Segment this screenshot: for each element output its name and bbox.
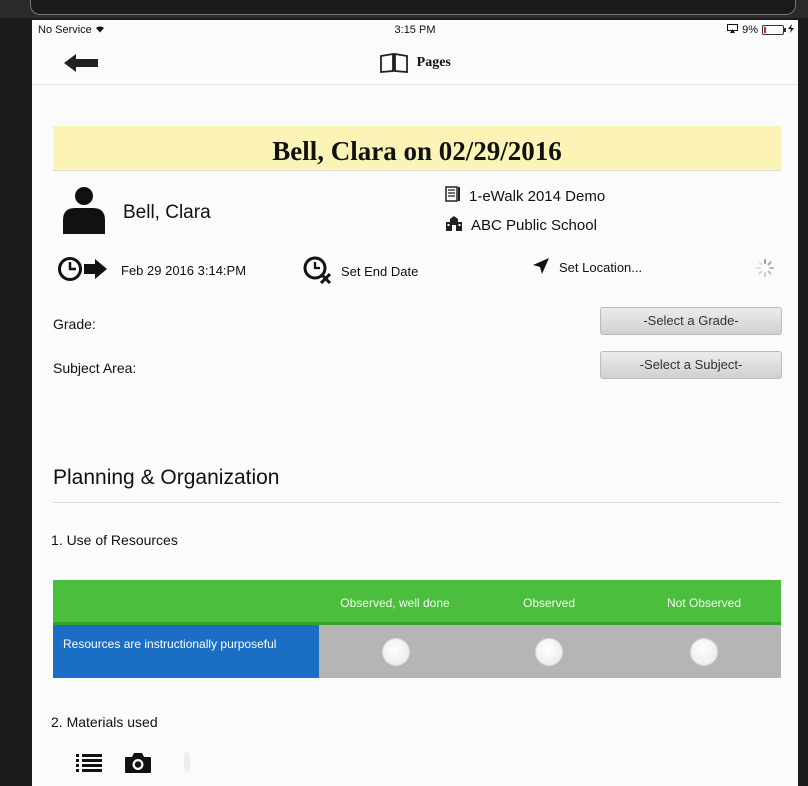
navigation-bar: Pages [32,42,798,85]
location-arrow-icon [531,256,551,279]
school-name: ABC Public School [471,216,597,234]
airplay-icon [727,24,739,36]
clock: 3:15 PM [394,24,436,36]
set-end-date-label: Set End Date [341,264,419,279]
clock-cancel-icon [303,256,333,287]
nav-title: Pages [32,52,798,73]
clock-arrow-icon [57,256,113,285]
grade-label: Grade: [53,316,96,332]
set-location-button[interactable]: Set Location... [531,256,642,279]
question-2-tools [76,752,152,779]
column-observed: Observed [522,596,576,610]
teacher-name: Bell, Clara [123,202,211,223]
charging-icon [788,24,794,36]
spinner-icon [755,258,775,281]
document-icon [445,186,461,206]
radio-not-observed[interactable] [690,638,718,666]
column-not-observed: Not Observed [666,596,742,610]
book-icon [379,52,417,73]
grade-select[interactable]: -Select a Grade- [600,307,782,335]
school-building-icon [445,215,463,235]
start-time-text: Feb 29 2016 3:14:PM [121,263,247,278]
start-time: Feb 29 2016 3:14:PM [57,256,246,285]
question-1-label: 1. Use of Resources [51,532,178,548]
section-title: Planning & Organization [53,466,280,489]
list-icon[interactable] [76,753,102,778]
set-end-date-button[interactable]: Set End Date [303,256,418,287]
battery-percent: 9% [742,24,758,36]
camera-icon[interactable] [124,752,152,779]
app-screen: No Service 3:15 PM 9% Pages Bell, Clara … [32,20,798,786]
person-icon [59,186,109,239]
nav-title-text: Pages [416,55,451,71]
radio-observed[interactable] [535,638,563,666]
rubric-row: Resources are instructionally purposeful [53,625,781,678]
subject-select[interactable]: -Select a Subject- [600,351,782,379]
subject-area-label: Subject Area: [53,360,137,376]
teacher-info: Bell, Clara 1-eWalk 2014 Demo ABC Public… [53,182,781,238]
rubric-header: Observed, well done Observed Not Observe… [53,580,781,625]
section-divider [53,502,781,503]
status-bar: No Service 3:15 PM 9% [32,20,798,42]
observation-title: Bell, Clara on 02/29/2016 [53,126,781,171]
rubric-row-label: Resources are instructionally purposeful [53,625,319,678]
microphone-icon[interactable] [184,752,190,772]
column-observed-well-done: Observed, well done [340,596,450,610]
set-location-label: Set Location... [559,260,643,275]
template-name: 1-eWalk 2014 Demo [469,187,606,205]
device-bezel [0,0,808,18]
rubric-table: Observed, well done Observed Not Observe… [53,580,781,678]
battery-icon [762,25,786,35]
question-2-label: 2. Materials used [51,714,158,730]
radio-observed-well-done[interactable] [382,638,410,666]
time-location-row: Feb 29 2016 3:14:PM Set End Date Set Loc… [53,256,781,286]
